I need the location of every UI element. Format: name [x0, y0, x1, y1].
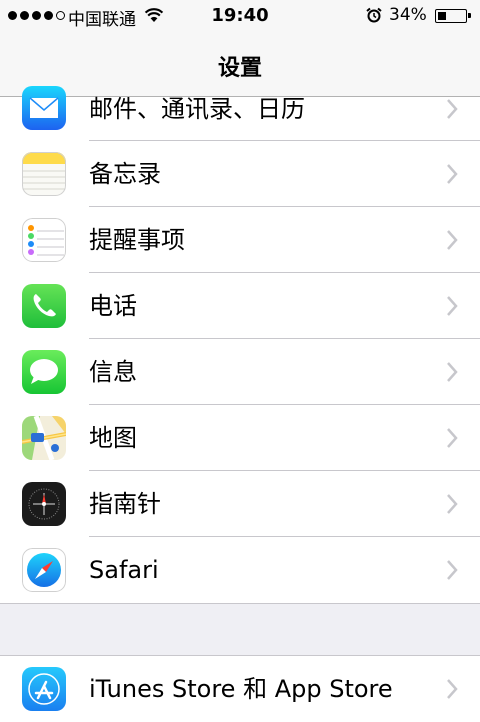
settings-item-label: 信息 [89, 358, 137, 386]
chevron-right-icon [447, 560, 458, 580]
settings-item-messages[interactable]: 信息 [0, 339, 480, 405]
section-gap [0, 603, 480, 656]
settings-item-safari[interactable]: Safari [0, 537, 480, 603]
safari-icon [22, 548, 66, 592]
chevron-right-icon [447, 362, 458, 382]
settings-item-label: 邮件、通讯录、日历 [89, 95, 305, 123]
settings-item-compass[interactable]: 指南针 [0, 471, 480, 537]
page-title: 设置 [217, 56, 262, 81]
battery-percent: 34% [389, 5, 427, 25]
status-bar: 中国联通 19:40 34% [0, 0, 480, 32]
chevron-right-icon [447, 230, 458, 250]
settings-item-label: 地图 [89, 424, 137, 452]
phone-icon [22, 284, 66, 328]
settings-item-phone[interactable]: 电话 [0, 273, 480, 339]
settings-list: 邮件、通讯录、日历 备忘录 提醒事项 电话 信息 地图 指南针 Safari i… [0, 86, 480, 722]
compass-icon [22, 482, 66, 526]
battery-icon [435, 9, 471, 23]
maps-icon [22, 416, 66, 460]
chevron-right-icon [447, 679, 458, 699]
navigation-bar: 设置 [0, 32, 480, 97]
settings-item-maps[interactable]: 地图 [0, 405, 480, 471]
chevron-right-icon [447, 494, 458, 514]
notes-icon [22, 152, 66, 196]
settings-item-label: iTunes Store 和 App Store [89, 675, 393, 703]
settings-item-label: 指南针 [89, 490, 161, 518]
mail-icon [22, 86, 66, 130]
settings-item-reminders[interactable]: 提醒事项 [0, 207, 480, 273]
settings-item-itunes-app-store[interactable]: iTunes Store 和 App Store [0, 656, 480, 722]
app-store-icon [22, 667, 66, 711]
settings-item-mail[interactable]: 邮件、通讯录、日历 [0, 86, 480, 141]
chevron-right-icon [447, 428, 458, 448]
chevron-right-icon [447, 99, 458, 119]
settings-item-label: Safari [89, 556, 159, 584]
settings-item-label: 电话 [89, 292, 137, 320]
reminders-icon [22, 218, 66, 262]
settings-item-notes[interactable]: 备忘录 [0, 141, 480, 207]
messages-icon [22, 350, 66, 394]
chevron-right-icon [447, 164, 458, 184]
settings-item-label: 提醒事项 [89, 226, 185, 254]
settings-item-label: 备忘录 [89, 160, 161, 188]
chevron-right-icon [447, 296, 458, 316]
alarm-icon [366, 7, 382, 23]
